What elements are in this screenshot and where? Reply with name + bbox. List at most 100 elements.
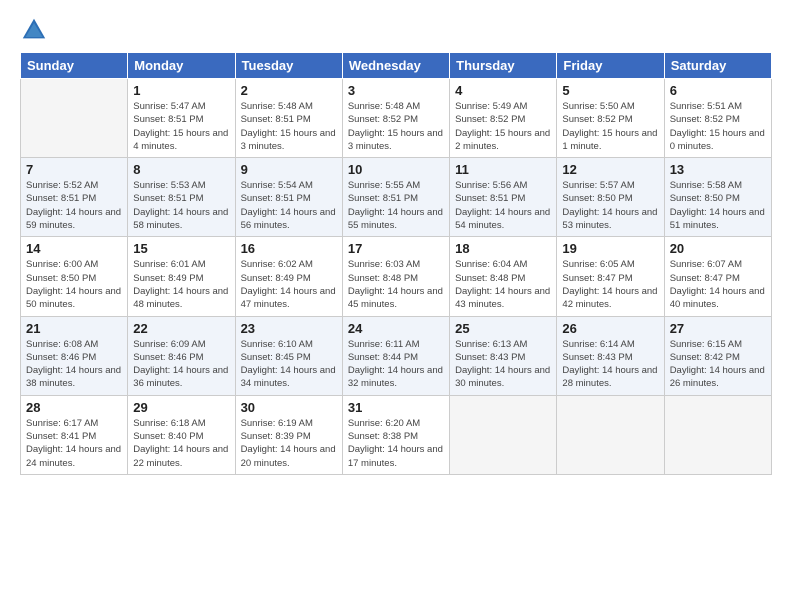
logo-icon: [20, 16, 48, 44]
header: [20, 16, 772, 44]
day-info: Sunrise: 6:08 AMSunset: 8:46 PMDaylight:…: [26, 338, 122, 391]
day-number: 16: [241, 241, 337, 256]
calendar-day-cell: 24 Sunrise: 6:11 AMSunset: 8:44 PMDayligh…: [342, 316, 449, 395]
day-number: 7: [26, 162, 122, 177]
calendar-day-cell: 17 Sunrise: 6:03 AMSunset: 8:48 PMDayligh…: [342, 237, 449, 316]
day-number: 28: [26, 400, 122, 415]
day-number: 29: [133, 400, 229, 415]
calendar-week-row: 21 Sunrise: 6:08 AMSunset: 8:46 PMDayligh…: [21, 316, 772, 395]
calendar-day-cell: 30Sunrise: 6:19 AMSunset: 8:39 PMDayligh…: [235, 395, 342, 474]
calendar-day-cell: 10 Sunrise: 5:55 AMSunset: 8:51 PMDayligh…: [342, 158, 449, 237]
day-info: Sunrise: 5:54 AMSunset: 8:51 PMDaylight:…: [241, 179, 337, 232]
day-info: Sunrise: 6:18 AMSunset: 8:40 PMDaylight:…: [133, 417, 229, 470]
calendar-day-cell: 18 Sunrise: 6:04 AMSunset: 8:48 PMDayligh…: [450, 237, 557, 316]
calendar-day-cell: 14 Sunrise: 6:00 AMSunset: 8:50 PMDayligh…: [21, 237, 128, 316]
calendar-day-cell: [557, 395, 664, 474]
calendar-day-cell: 8Sunrise: 5:53 AMSunset: 8:51 PMDaylight…: [128, 158, 235, 237]
day-number: 1: [133, 83, 229, 98]
calendar-day-cell: 11Sunrise: 5:56 AMSunset: 8:51 PMDayligh…: [450, 158, 557, 237]
calendar-day-cell: 4Sunrise: 5:49 AMSunset: 8:52 PMDaylight…: [450, 79, 557, 158]
day-number: 18: [455, 241, 551, 256]
calendar-day-header: Monday: [128, 53, 235, 79]
calendar-day-cell: 12Sunrise: 5:57 AMSunset: 8:50 PMDayligh…: [557, 158, 664, 237]
day-number: 25: [455, 321, 551, 336]
calendar-day-cell: 13Sunrise: 5:58 AMSunset: 8:50 PMDayligh…: [664, 158, 771, 237]
calendar-day-cell: 7 Sunrise: 5:52 AMSunset: 8:51 PMDaylight…: [21, 158, 128, 237]
calendar-header-row: SundayMondayTuesdayWednesdayThursdayFrid…: [21, 53, 772, 79]
day-number: 31: [348, 400, 444, 415]
day-number: 2: [241, 83, 337, 98]
day-number: 21: [26, 321, 122, 336]
day-info: Sunrise: 5:58 AMSunset: 8:50 PMDaylight:…: [670, 179, 766, 232]
day-number: 3: [348, 83, 444, 98]
calendar-week-row: 28 Sunrise: 6:17 AMSunset: 8:41 PMDayligh…: [21, 395, 772, 474]
day-number: 15: [133, 241, 229, 256]
day-info: Sunrise: 6:15 AMSunset: 8:42 PMDaylight:…: [670, 338, 766, 391]
calendar-day-header: Thursday: [450, 53, 557, 79]
calendar-day-cell: 25 Sunrise: 6:13 AMSunset: 8:43 PMDayligh…: [450, 316, 557, 395]
calendar-day-header: Saturday: [664, 53, 771, 79]
day-number: 8: [133, 162, 229, 177]
calendar-day-cell: 1 Sunrise: 5:47 AMSunset: 8:51 PMDaylight…: [128, 79, 235, 158]
day-info: Sunrise: 6:11 AMSunset: 8:44 PMDaylight:…: [348, 338, 444, 391]
day-info: Sunrise: 5:50 AMSunset: 8:52 PMDaylight:…: [562, 100, 658, 153]
day-number: 5: [562, 83, 658, 98]
day-info: Sunrise: 6:20 AMSunset: 8:38 PMDaylight:…: [348, 417, 444, 470]
day-info: Sunrise: 5:52 AMSunset: 8:51 PMDaylight:…: [26, 179, 122, 232]
calendar-week-row: 7 Sunrise: 5:52 AMSunset: 8:51 PMDaylight…: [21, 158, 772, 237]
day-info: Sunrise: 5:47 AMSunset: 8:51 PMDaylight:…: [133, 100, 229, 153]
day-number: 10: [348, 162, 444, 177]
calendar-day-cell: 19Sunrise: 6:05 AMSunset: 8:47 PMDayligh…: [557, 237, 664, 316]
day-info: Sunrise: 6:19 AMSunset: 8:39 PMDaylight:…: [241, 417, 337, 470]
day-number: 6: [670, 83, 766, 98]
day-number: 22: [133, 321, 229, 336]
day-info: Sunrise: 6:09 AMSunset: 8:46 PMDaylight:…: [133, 338, 229, 391]
day-number: 26: [562, 321, 658, 336]
calendar-day-cell: 9 Sunrise: 5:54 AMSunset: 8:51 PMDaylight…: [235, 158, 342, 237]
day-number: 12: [562, 162, 658, 177]
day-info: Sunrise: 5:48 AMSunset: 8:52 PMDaylight:…: [348, 100, 444, 153]
day-info: Sunrise: 6:00 AMSunset: 8:50 PMDaylight:…: [26, 258, 122, 311]
day-number: 23: [241, 321, 337, 336]
day-info: Sunrise: 6:07 AMSunset: 8:47 PMDaylight:…: [670, 258, 766, 311]
calendar-day-cell: [21, 79, 128, 158]
day-info: Sunrise: 5:55 AMSunset: 8:51 PMDaylight:…: [348, 179, 444, 232]
day-number: 9: [241, 162, 337, 177]
day-info: Sunrise: 6:10 AMSunset: 8:45 PMDaylight:…: [241, 338, 337, 391]
day-number: 24: [348, 321, 444, 336]
day-info: Sunrise: 5:56 AMSunset: 8:51 PMDaylight:…: [455, 179, 551, 232]
calendar-week-row: 14 Sunrise: 6:00 AMSunset: 8:50 PMDayligh…: [21, 237, 772, 316]
calendar-day-cell: 28 Sunrise: 6:17 AMSunset: 8:41 PMDayligh…: [21, 395, 128, 474]
calendar-day-cell: 22 Sunrise: 6:09 AMSunset: 8:46 PMDayligh…: [128, 316, 235, 395]
day-number: 19: [562, 241, 658, 256]
day-number: 27: [670, 321, 766, 336]
calendar-table: SundayMondayTuesdayWednesdayThursdayFrid…: [20, 52, 772, 475]
page: SundayMondayTuesdayWednesdayThursdayFrid…: [0, 0, 792, 612]
day-number: 4: [455, 83, 551, 98]
day-number: 20: [670, 241, 766, 256]
calendar-day-cell: 26Sunrise: 6:14 AMSunset: 8:43 PMDayligh…: [557, 316, 664, 395]
day-info: Sunrise: 5:48 AMSunset: 8:51 PMDaylight:…: [241, 100, 337, 153]
calendar-day-cell: 16 Sunrise: 6:02 AMSunset: 8:49 PMDayligh…: [235, 237, 342, 316]
calendar-day-header: Wednesday: [342, 53, 449, 79]
calendar-day-cell: [450, 395, 557, 474]
day-number: 14: [26, 241, 122, 256]
calendar-day-cell: 2 Sunrise: 5:48 AMSunset: 8:51 PMDaylight…: [235, 79, 342, 158]
day-info: Sunrise: 6:13 AMSunset: 8:43 PMDaylight:…: [455, 338, 551, 391]
calendar-day-cell: 29 Sunrise: 6:18 AMSunset: 8:40 PMDayligh…: [128, 395, 235, 474]
day-info: Sunrise: 6:03 AMSunset: 8:48 PMDaylight:…: [348, 258, 444, 311]
day-info: Sunrise: 6:01 AMSunset: 8:49 PMDaylight:…: [133, 258, 229, 311]
calendar-day-header: Tuesday: [235, 53, 342, 79]
calendar-day-cell: [664, 395, 771, 474]
day-info: Sunrise: 6:17 AMSunset: 8:41 PMDaylight:…: [26, 417, 122, 470]
day-number: 17: [348, 241, 444, 256]
day-info: Sunrise: 6:04 AMSunset: 8:48 PMDaylight:…: [455, 258, 551, 311]
calendar-day-cell: 3 Sunrise: 5:48 AMSunset: 8:52 PMDaylight…: [342, 79, 449, 158]
day-info: Sunrise: 5:51 AMSunset: 8:52 PMDaylight:…: [670, 100, 766, 153]
calendar-day-header: Friday: [557, 53, 664, 79]
day-info: Sunrise: 6:02 AMSunset: 8:49 PMDaylight:…: [241, 258, 337, 311]
calendar-day-cell: 27 Sunrise: 6:15 AMSunset: 8:42 PMDayligh…: [664, 316, 771, 395]
calendar-day-cell: 6 Sunrise: 5:51 AMSunset: 8:52 PMDaylight…: [664, 79, 771, 158]
calendar-day-cell: 15 Sunrise: 6:01 AMSunset: 8:49 PMDayligh…: [128, 237, 235, 316]
logo: [20, 16, 52, 44]
